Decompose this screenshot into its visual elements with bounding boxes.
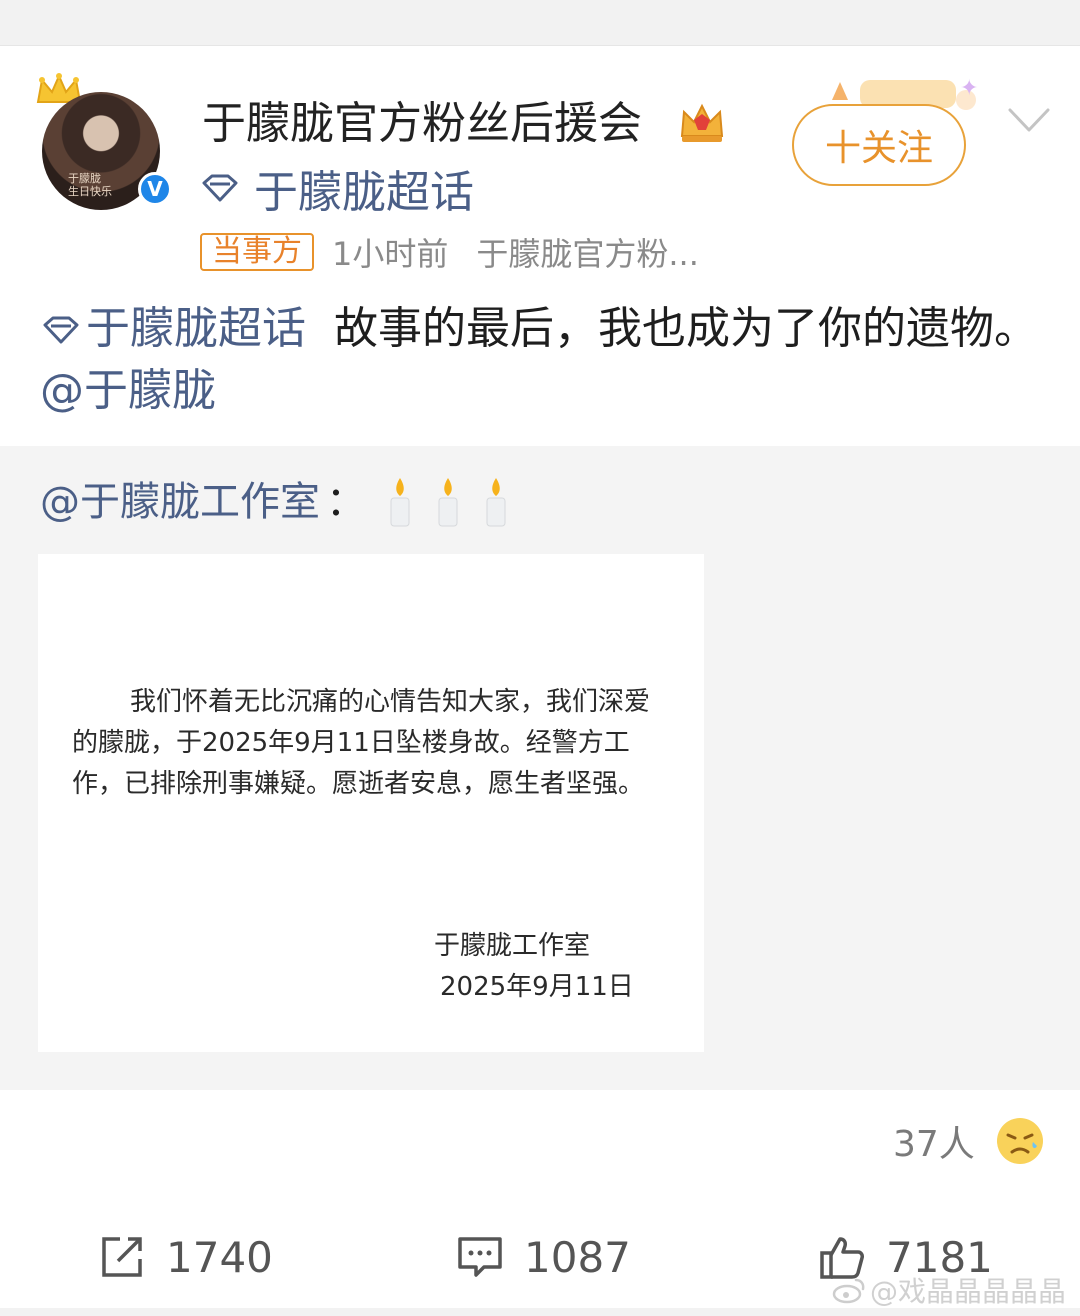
post-body-text: 故事的最后，我也成为了你的遗物。 (333, 303, 1038, 354)
candle-icon (486, 478, 506, 527)
repost-colon: ： (326, 479, 366, 525)
watermark-text: @戏晶晶晶晶晶 (870, 1275, 1067, 1308)
comment-count: 1087 (524, 1232, 631, 1282)
chevron-down-icon[interactable] (1006, 104, 1052, 136)
share-count: 1740 (166, 1232, 273, 1282)
post-source[interactable]: 于朦胧官方粉... (476, 229, 699, 275)
repost-card[interactable]: @于朦胧工作室 ： 我们怀着无比沉痛的心情告知大家，我们深爱的朦胧，于2025年… (0, 446, 1080, 1090)
post-text: 于朦胧超话 故事的最后，我也成为了你的遗物。 @于朦胧 (40, 298, 1040, 422)
weibo-logo-icon (832, 1278, 865, 1304)
repost-header: @于朦胧工作室 ： (40, 476, 510, 528)
share-button[interactable]: 1740 (98, 1222, 273, 1292)
comment-button[interactable]: 1087 (456, 1222, 631, 1292)
avatar[interactable]: 于朦胧 生日快乐 V (34, 72, 174, 212)
candle-icon (438, 478, 458, 527)
notice-signature: 于朦胧工作室 (434, 931, 591, 961)
notice-date: 2025年9月11日 (440, 972, 634, 1002)
watermark: @戏晶晶晶晶晶 (832, 1270, 1066, 1310)
bottom-divider (0, 1308, 1080, 1316)
diamond-icon (43, 316, 79, 344)
avatar-caption: 于朦胧 生日快乐 (68, 172, 112, 198)
chaohua-label: 于朦胧超话 (254, 167, 474, 218)
repost-mention-link[interactable]: @于朦胧工作室 (40, 476, 320, 528)
post-chaohua-link[interactable]: 于朦胧超话 (86, 303, 306, 354)
comment-icon (458, 1237, 502, 1277)
share-icon (102, 1237, 142, 1277)
notice-image[interactable]: 我们怀着无比沉痛的心情告知大家，我们深爱的朦胧，于2025年9月11日坠楼身故。… (38, 554, 704, 1052)
sad-emoji-icon (996, 1118, 1043, 1164)
follow-button[interactable]: 十关注 (792, 104, 966, 186)
username[interactable]: 于朦胧官方粉丝后援会 (202, 98, 642, 150)
chaohua-link[interactable]: 于朦胧超话 (200, 162, 474, 218)
diamond-icon (202, 174, 238, 202)
candle-icon (390, 478, 410, 527)
party-tag: 当事方 (200, 233, 314, 271)
sparkle-icon: ✦ (960, 76, 979, 101)
notice-text: 我们怀着无比沉痛的心情告知大家，我们深爱的朦胧，于2025年9月11日坠楼身故。… (72, 687, 651, 799)
reaction-summary[interactable]: 37人 (893, 1116, 1045, 1166)
post-meta: 当事方 1小时前 于朦胧官方粉... (200, 233, 699, 273)
verified-badge-icon: V (138, 172, 172, 206)
reaction-count: 37人 (893, 1124, 975, 1165)
post-time: 1小时前 (332, 235, 449, 273)
fan-crown-icon (680, 103, 724, 142)
post-mention-link[interactable]: @于朦胧 (40, 365, 216, 416)
top-divider-strip (0, 0, 1080, 46)
